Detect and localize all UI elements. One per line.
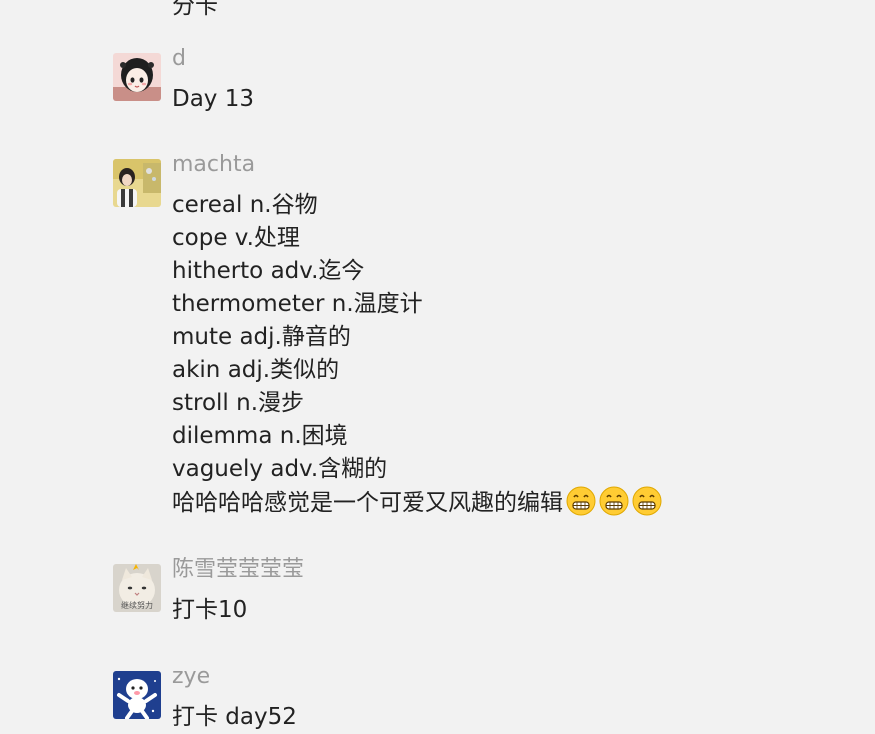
grinning-face-emoji-icon: [632, 486, 662, 516]
message-line: vaguely adv.含糊的: [172, 456, 388, 482]
message-line: cereal n.谷物: [172, 192, 318, 218]
message-line: mute adj.静音的: [172, 324, 351, 350]
message-line: 哈哈哈哈感觉是一个可爱又风趣的编辑: [172, 486, 662, 519]
cartoon-character-avatar-icon: [113, 671, 161, 719]
message-line: hitherto adv.迄今: [172, 258, 365, 284]
sender-name[interactable]: 陈雪莹莹莹莹: [172, 555, 304, 585]
grinning-face-emoji-icon: [566, 486, 596, 516]
avatar[interactable]: [113, 671, 161, 719]
avatar[interactable]: [113, 159, 161, 207]
photo-avatar-icon: [113, 159, 161, 207]
message-text: cereal n.谷物 cope v.处理 hitherto adv.迄今 th…: [172, 189, 662, 519]
message-line-text: 哈哈哈哈感觉是一个可爱又风趣的编辑: [172, 490, 563, 516]
emoji-group: [566, 486, 662, 516]
message-text: 打卡10: [172, 594, 247, 627]
avatar[interactable]: 继续努力: [113, 564, 161, 612]
sender-name[interactable]: d: [172, 44, 186, 74]
message-line: 打卡 day52: [172, 704, 297, 730]
sender-name[interactable]: machta: [172, 150, 255, 180]
message-line: akin adj.类似的: [172, 357, 340, 383]
cat-avatar-icon: 继续努力: [113, 564, 161, 612]
message-line: 打卡10: [172, 597, 248, 623]
message-line: cope v.处理: [172, 225, 300, 251]
grinning-face-emoji-icon: [599, 486, 629, 516]
message-line: thermometer n.温度计: [172, 291, 423, 317]
message-text: Day 13: [172, 83, 254, 116]
cartoon-girl-avatar-icon: [113, 53, 161, 101]
avatar-caption-text: 继续努力: [121, 600, 153, 610]
message-line: Day 13: [172, 86, 254, 112]
sender-name[interactable]: zye: [172, 662, 210, 692]
message-line: stroll n.漫步: [172, 390, 305, 416]
avatar[interactable]: [113, 53, 161, 101]
message-text: 打卡 day52: [172, 701, 297, 734]
message-line: dilemma n.困境: [172, 423, 348, 449]
previous-message-fragment: 分卡: [172, 0, 218, 19]
